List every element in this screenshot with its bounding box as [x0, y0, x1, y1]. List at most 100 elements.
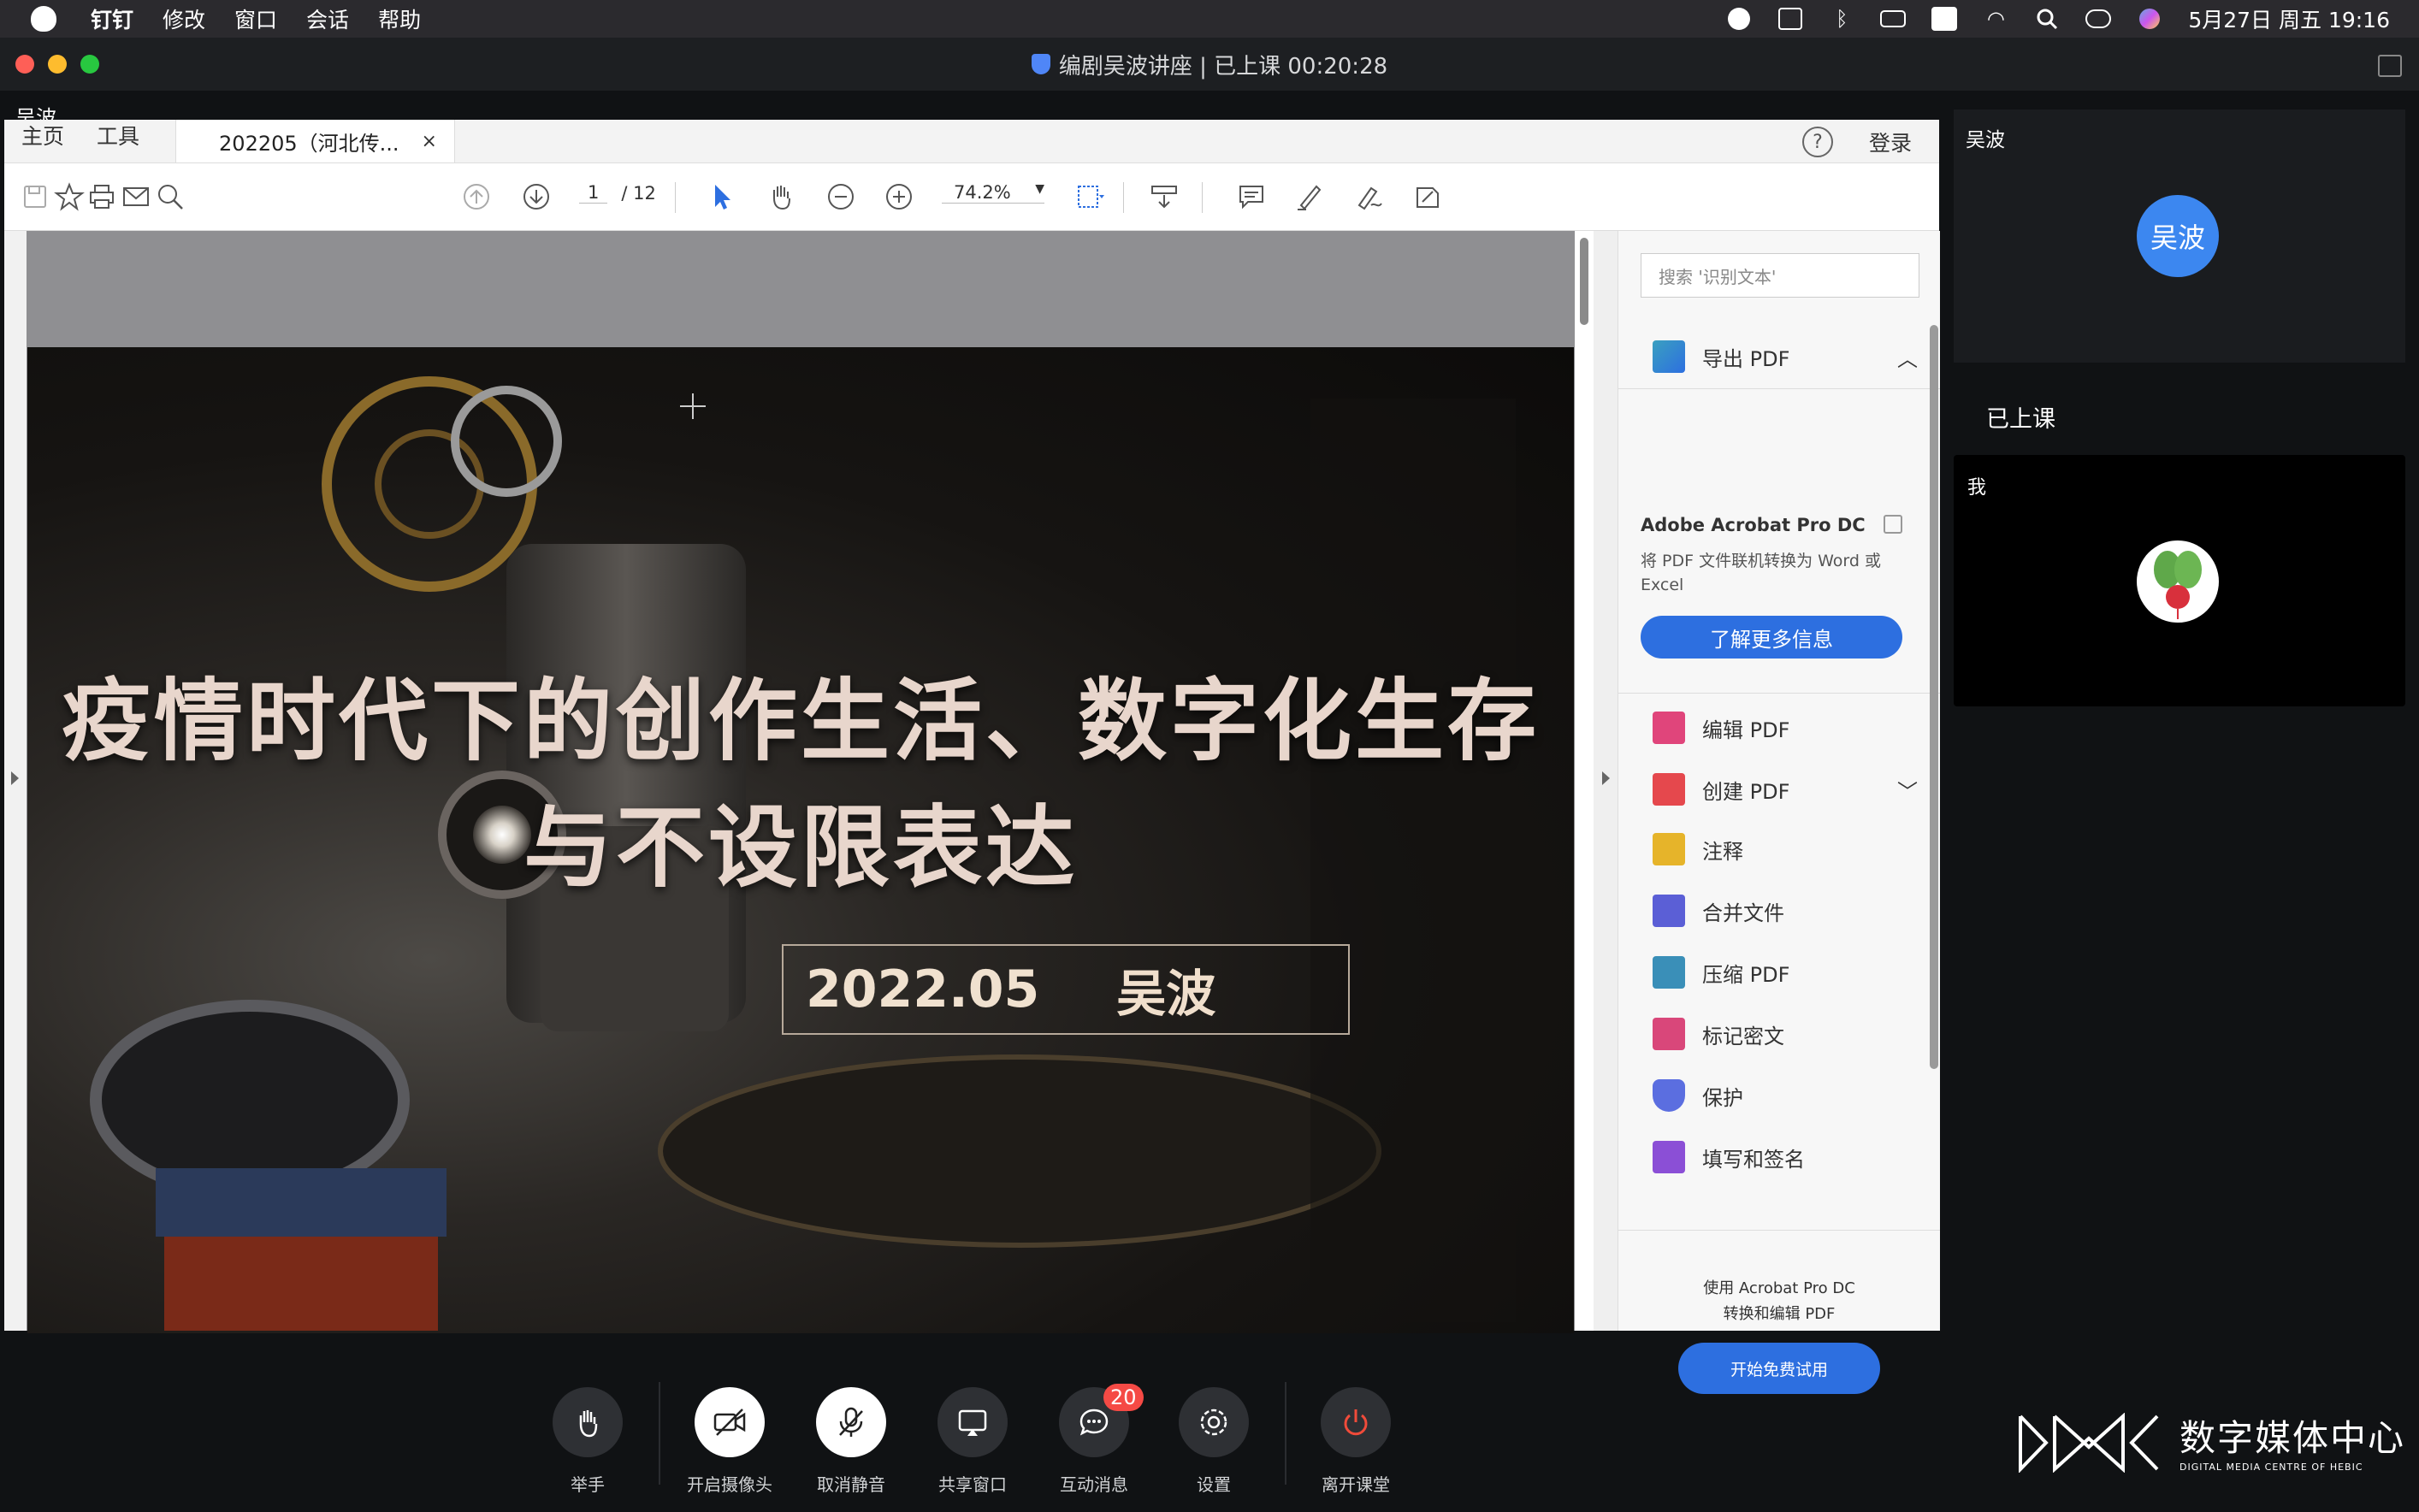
scroll-mode-icon[interactable] [1147, 180, 1181, 214]
slide-date: 2022.05 [806, 960, 1040, 1019]
zoom-window-button[interactable] [80, 55, 99, 74]
comment-icon[interactable] [1234, 180, 1269, 214]
pane-search-input[interactable]: 搜索 '识别文本' [1641, 253, 1919, 298]
zoom-select[interactable]: 74.2% ▼ [942, 182, 1044, 204]
tool-label: 合并文件 [1702, 901, 1784, 925]
zoom-out-icon[interactable] [824, 180, 858, 214]
save-icon[interactable] [18, 180, 52, 214]
leave-class-button[interactable]: 离开课堂 [1309, 1387, 1403, 1496]
digital-media-centre-logo: 数字媒体中心 DIGITAL MEDIA CENTRE OF HEBIC [2017, 1409, 2405, 1473]
print-icon[interactable] [85, 180, 119, 214]
leave-label: 离开课堂 [1322, 1474, 1390, 1495]
document-viewport[interactable]: 疫情时代下的创作生活、数字化生存 与不设限表达 2022.05 吴波 [4, 231, 1618, 1333]
tool-compress-pdf[interactable]: 压缩 PDF [1653, 956, 1789, 989]
menu-help[interactable]: 帮助 [378, 3, 421, 34]
wps-icon[interactable] [1777, 8, 1803, 30]
help-icon[interactable]: ? [1801, 127, 1833, 157]
wifi-icon[interactable]: ◠ [1983, 7, 2008, 31]
close-window-button[interactable] [15, 55, 34, 74]
close-tab-icon[interactable]: × [422, 131, 437, 152]
tool-comment[interactable]: 注释 [1653, 833, 1743, 865]
page-up-icon[interactable] [459, 180, 494, 214]
chevron-right-icon [1602, 771, 1610, 785]
share-screen-icon [958, 1409, 987, 1436]
host-name: 吴波 [1966, 129, 2005, 151]
page-number-input[interactable]: 1 [579, 182, 608, 204]
tab-tools[interactable]: 工具 [80, 120, 155, 162]
host-video-card[interactable]: 吴波 吴波 [1954, 109, 2405, 363]
tool-create-pdf[interactable]: 创建 PDF ﹀ [1653, 773, 1918, 806]
tool-label: 保护 [1702, 1085, 1743, 1110]
pane-divider [1618, 1230, 1940, 1231]
highlight-icon[interactable] [1292, 180, 1327, 214]
hand-icon [579, 1410, 598, 1438]
control-center-icon[interactable] [2085, 8, 2112, 30]
export-pdf-item[interactable]: 导出 PDF ︿ [1653, 340, 1918, 373]
fill-sign-icon[interactable] [1411, 180, 1445, 214]
document-scrollbar[interactable] [1575, 231, 1594, 1331]
menu-app[interactable]: 钉钉 [91, 3, 133, 34]
select-cursor-icon[interactable] [704, 180, 738, 214]
zoom-in-icon[interactable] [882, 180, 916, 214]
pane-divider [1618, 693, 1940, 694]
host-avatar: 吴波 [2137, 195, 2219, 277]
classroom-control-bar: 举手 开启摄像头 取消静音 共享窗口 20 互动消息 设置 离开课堂 [0, 1365, 1942, 1512]
share-window-button[interactable]: 共享窗口 [926, 1387, 1020, 1496]
promo-title: Adobe Acrobat Pro DC [1641, 515, 1866, 535]
star-icon[interactable] [52, 180, 86, 214]
window-title: 编剧吴波讲座 | 已上课 00:20:28 [1031, 49, 1387, 80]
zoom-value: 74.2% [954, 182, 1011, 203]
export-pdf-icon [1653, 340, 1685, 373]
messages-label: 互动消息 [1060, 1474, 1128, 1495]
copy-icon[interactable] [1884, 515, 1902, 534]
tab-home[interactable]: 主页 [4, 120, 80, 162]
tool-edit-pdf[interactable]: 编辑 PDF [1653, 712, 1789, 744]
right-pane-toggle[interactable] [1594, 231, 1618, 1331]
apple-icon[interactable] [31, 6, 56, 32]
pane-scrollbar[interactable] [1930, 325, 1938, 1069]
menu-edit[interactable]: 修改 [163, 3, 205, 34]
left-pane-toggle[interactable] [4, 231, 27, 1331]
scrollbar-thumb[interactable] [1580, 238, 1588, 325]
tool-redact[interactable]: 标记密文 [1653, 1018, 1784, 1050]
chevron-up-icon[interactable]: ︿ [1897, 342, 1918, 372]
input-method-icon[interactable] [1931, 7, 1958, 31]
sign-icon[interactable] [1352, 180, 1387, 214]
app-status-icon[interactable] [1726, 8, 1752, 30]
camera-button[interactable]: 开启摄像头 [683, 1387, 777, 1496]
pdf-page-slide: 疫情时代下的创作生活、数字化生存 与不设限表达 2022.05 吴波 [27, 347, 1574, 1333]
menu-window[interactable]: 窗口 [234, 3, 277, 34]
learn-more-button[interactable]: 了解更多信息 [1641, 616, 1902, 659]
bluetooth-icon[interactable]: ᛒ [1829, 7, 1854, 31]
fit-page-icon[interactable] [1072, 180, 1106, 214]
slide-date-author-box: 2022.05 吴波 [782, 944, 1350, 1035]
chevron-down-icon[interactable]: ﹀ [1897, 775, 1918, 805]
tool-fill-sign[interactable]: 填写和签名 [1653, 1141, 1805, 1173]
self-video-card[interactable]: 我 [1954, 455, 2405, 706]
tool-label: 填写和签名 [1702, 1147, 1805, 1172]
tool-label: 标记密文 [1702, 1024, 1784, 1048]
spotlight-search-icon[interactable] [2034, 8, 2060, 30]
minimize-window-button[interactable] [48, 55, 67, 74]
unread-badge: 20 [1103, 1384, 1144, 1411]
pip-icon[interactable] [2378, 55, 2402, 77]
login-link[interactable]: 登录 [1869, 127, 1912, 157]
messages-button[interactable]: 20 互动消息 [1047, 1384, 1144, 1496]
page-indicator: 1 / 12 [579, 182, 656, 204]
menu-session[interactable]: 会话 [306, 3, 349, 34]
mail-icon[interactable] [119, 180, 153, 214]
tool-combine-files[interactable]: 合并文件 [1653, 895, 1784, 927]
tool-protect[interactable]: 保护 [1653, 1079, 1743, 1112]
mute-button[interactable]: 取消静音 [804, 1387, 898, 1496]
page-down-icon[interactable] [519, 180, 553, 214]
trial-text-line1: 使用 Acrobat Pro DC [1703, 1279, 1855, 1297]
toolbar-divider [675, 182, 676, 213]
raise-hand-button[interactable]: 举手 [541, 1387, 635, 1496]
settings-button[interactable]: 设置 [1167, 1387, 1261, 1496]
tab-document[interactable]: 202205（河北传... × [175, 120, 455, 162]
battery-icon[interactable] [1880, 8, 1907, 30]
tool-label: 创建 PDF [1702, 779, 1790, 804]
search-icon[interactable] [153, 180, 187, 214]
siri-icon[interactable] [2137, 8, 2162, 30]
hand-tool-icon[interactable] [764, 180, 798, 214]
